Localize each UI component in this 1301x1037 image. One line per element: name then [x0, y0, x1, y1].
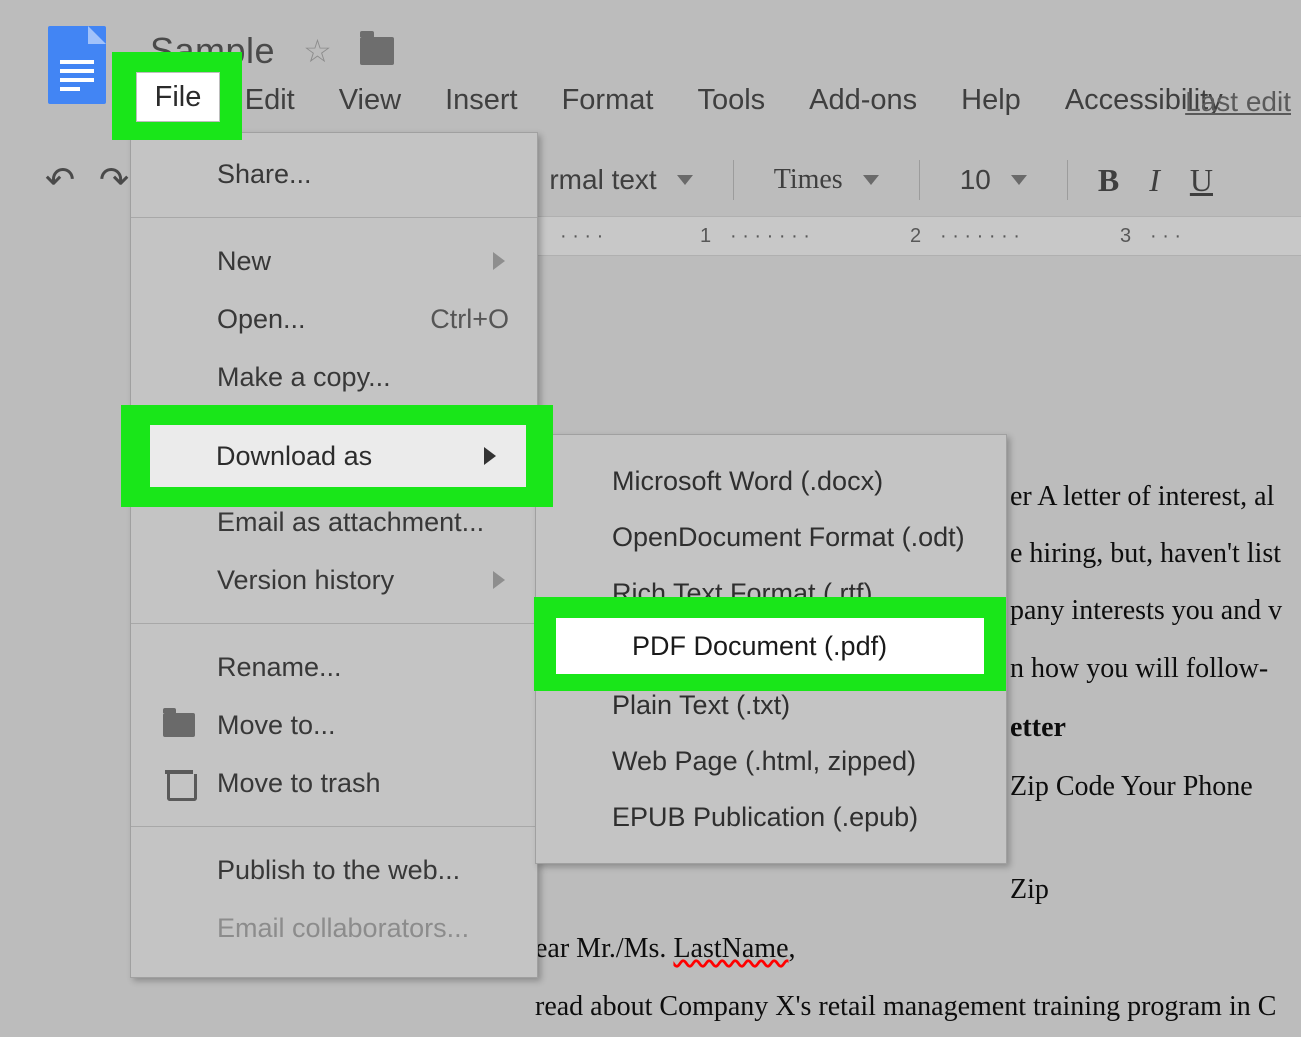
menu-label: PDF Document (.pdf) [632, 631, 887, 662]
doc-text: Zip [600, 863, 1301, 916]
file-menu-make-copy[interactable]: Make a copy... [131, 348, 537, 406]
separator [733, 160, 734, 200]
menu-help[interactable]: Help [957, 78, 1025, 123]
star-icon[interactable]: ☆ [303, 32, 332, 70]
docs-logo-icon [48, 26, 106, 104]
redo-icon[interactable]: ↶ [99, 159, 129, 201]
doc-text: ear Mr./Ms. LastName, [535, 922, 1301, 975]
menu-label: Move to trash [217, 768, 381, 799]
separator [919, 160, 920, 200]
ruler-tick: 2 [910, 225, 921, 248]
menu-edit[interactable]: Edit [241, 78, 299, 123]
submenu-odt[interactable]: OpenDocument Format (.odt) [536, 509, 1006, 565]
submenu-html[interactable]: Web Page (.html, zipped) [536, 733, 1006, 789]
menu-label: Email collaborators... [217, 913, 469, 944]
menu-label: New [217, 246, 271, 277]
italic-button[interactable]: I [1149, 162, 1160, 199]
undo-icon[interactable]: ↶ [45, 159, 75, 201]
ruler-tick: 3 [1120, 225, 1131, 248]
file-menu-new[interactable]: New [131, 232, 537, 290]
ruler-tick: 1 [700, 225, 711, 248]
bold-button[interactable]: B [1098, 162, 1119, 199]
menu-label: Plain Text (.txt) [612, 690, 790, 721]
underline-button[interactable]: U [1190, 162, 1213, 199]
submenu-pdf[interactable]: PDF Document (.pdf) [556, 618, 984, 674]
menu-shortcut: Ctrl+O [430, 304, 509, 335]
menu-separator [131, 623, 537, 624]
file-menu-dropdown: Share... New Open... Ctrl+O Make a copy..… [130, 132, 538, 978]
file-menu-open[interactable]: Open... Ctrl+O [131, 290, 537, 348]
menu-label: Web Page (.html, zipped) [612, 746, 916, 777]
menu-label: Make a copy... [217, 362, 391, 393]
app-root: Sample ☆ File Edit View Insert Format To… [0, 0, 1301, 970]
font-value: Times [774, 164, 843, 196]
file-menu-share[interactable]: Share... [131, 145, 537, 203]
menu-label: Rename... [217, 652, 342, 683]
menu-separator [131, 826, 537, 827]
ruler-tick: · · · · [560, 225, 603, 248]
menu-label: Version history [217, 565, 394, 596]
menu-separator [131, 217, 537, 218]
submenu-docx[interactable]: Microsoft Word (.docx) [536, 453, 1006, 509]
ruler: · · · · 1 · · · · · · · 2 · · · · · · · … [530, 216, 1301, 256]
chevron-down-icon [1011, 175, 1027, 185]
chevron-right-icon [493, 571, 505, 589]
menu-label: Download as [216, 441, 372, 472]
menu-label: Publish to the web... [217, 855, 460, 886]
menu-file[interactable]: File [136, 72, 220, 122]
font-size-select[interactable]: 10 [950, 160, 1037, 200]
folder-icon [163, 713, 195, 737]
chevron-right-icon [493, 252, 505, 270]
menu-addons[interactable]: Add-ons [805, 78, 921, 123]
font-select[interactable]: Times [764, 160, 889, 200]
chevron-down-icon [677, 175, 693, 185]
menu-view[interactable]: View [335, 78, 405, 123]
menu-tools[interactable]: Tools [693, 78, 769, 123]
file-menu-move-to[interactable]: Move to... [131, 696, 537, 754]
menu-label: EPUB Publication (.epub) [612, 802, 918, 833]
menu-label: Move to... [217, 710, 336, 741]
paragraph-style-select[interactable]: rmal text [539, 160, 702, 200]
chevron-right-icon [484, 447, 496, 465]
menu-label: Email as attachment... [217, 507, 484, 538]
ruler-tick: · · · · · · · [940, 225, 1020, 248]
menu-label: Share... [217, 159, 312, 190]
file-menu-publish-web[interactable]: Publish to the web... [131, 841, 537, 899]
menu-label: OpenDocument Format (.odt) [612, 522, 965, 553]
font-size-value: 10 [960, 164, 991, 196]
menu-label: Microsoft Word (.docx) [612, 466, 883, 497]
submenu-epub[interactable]: EPUB Publication (.epub) [536, 789, 1006, 845]
doc-text: read about Company X's retail management… [535, 980, 1301, 1033]
last-edit-link[interactable]: Last edit [1185, 86, 1291, 118]
paragraph-style-value: rmal text [549, 164, 656, 196]
ruler-tick: · · · · · · · [730, 225, 810, 248]
chevron-down-icon [863, 175, 879, 185]
menu-bar: File Edit View Insert Format Tools Add-o… [150, 78, 1227, 123]
menu-insert[interactable]: Insert [441, 78, 522, 123]
folder-icon[interactable] [360, 37, 394, 65]
menu-format[interactable]: Format [558, 78, 658, 123]
trash-icon [163, 768, 195, 800]
separator [1067, 160, 1068, 200]
ruler-tick: · · · [1150, 225, 1181, 248]
menu-label: Open... [217, 304, 306, 335]
file-menu-move-trash[interactable]: Move to trash [131, 754, 537, 812]
file-menu-version-history[interactable]: Version history [131, 551, 537, 609]
file-menu-rename[interactable]: Rename... [131, 638, 537, 696]
file-menu-email-collab[interactable]: Email collaborators... [131, 899, 537, 957]
file-menu-download-as[interactable]: Download as [150, 425, 526, 487]
